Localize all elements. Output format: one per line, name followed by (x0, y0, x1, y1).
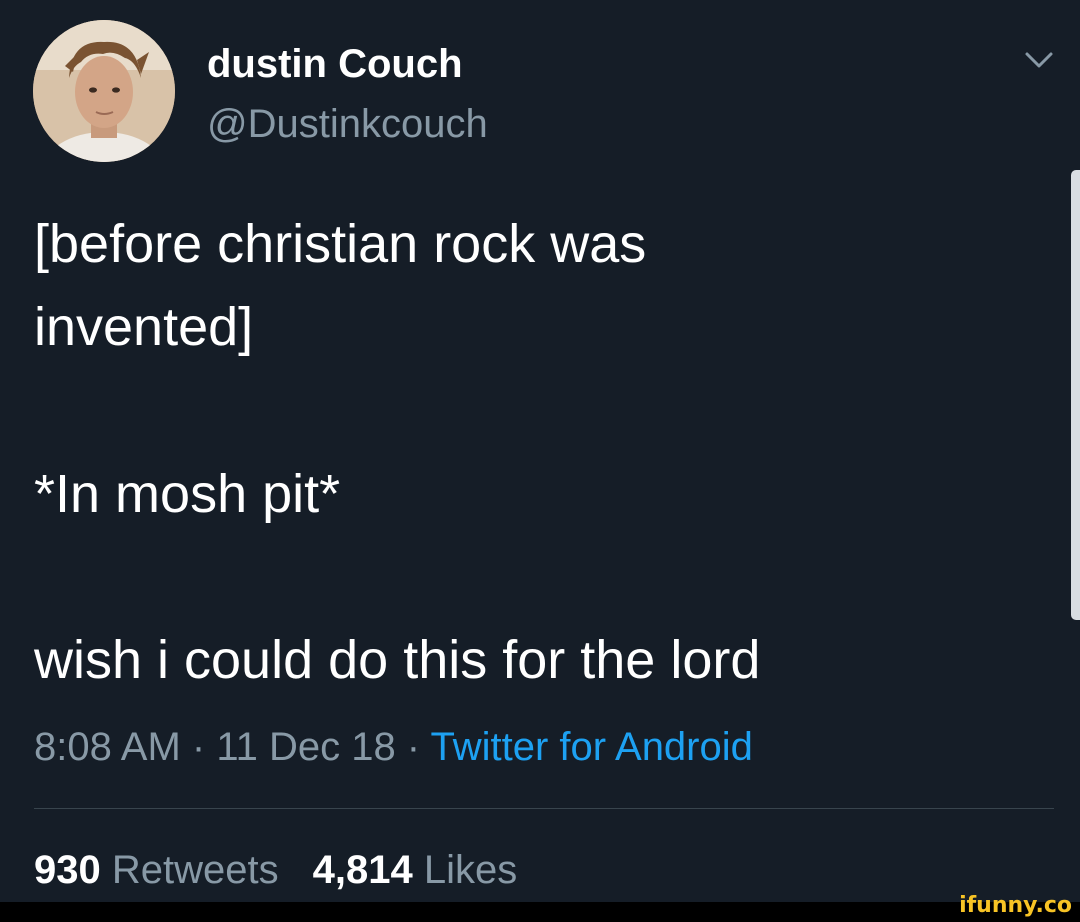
tweet-card: dustin Couch @Dustinkcouch [before chris… (0, 0, 1080, 902)
meta-separator: · (395, 725, 431, 769)
tweet-time: 8:08 AM (34, 725, 181, 769)
tweet-text-line: *In mosh pit* (34, 464, 341, 524)
tweet-stats: 930 Retweets 4,814 Likes (34, 845, 517, 895)
watermark-bar (0, 902, 1080, 922)
divider (34, 808, 1054, 809)
scrollbar[interactable] (1071, 170, 1080, 620)
retweets-link[interactable]: 930 Retweets (34, 848, 279, 892)
tweet-source-link[interactable]: Twitter for Android (431, 725, 753, 769)
tweet-text-line: [before christian rock was (34, 214, 647, 274)
tweet-date: 11 Dec 18 (216, 725, 396, 769)
watermark: ifunny.co (959, 893, 1072, 918)
display-name[interactable]: dustin Couch (207, 40, 463, 88)
likes-link[interactable]: 4,814 Likes (313, 848, 518, 892)
tweet-meta: 8:08 AM · 11 Dec 18 · Twitter for Androi… (34, 722, 753, 772)
likes-count: 4,814 (312, 848, 413, 892)
retweets-label: Retweets (111, 848, 279, 892)
chevron-down-icon[interactable] (1021, 46, 1057, 74)
likes-label: Likes (423, 848, 518, 892)
retweets-count: 930 (34, 848, 101, 892)
avatar-photo (33, 20, 175, 162)
user-handle[interactable]: @Dustinkcouch (207, 100, 488, 148)
meta-separator: · (180, 725, 217, 769)
tweet-text-line: wish i could do this for the lord (34, 630, 761, 690)
avatar[interactable] (33, 20, 175, 162)
tweet-text-line: invented] (34, 297, 254, 357)
